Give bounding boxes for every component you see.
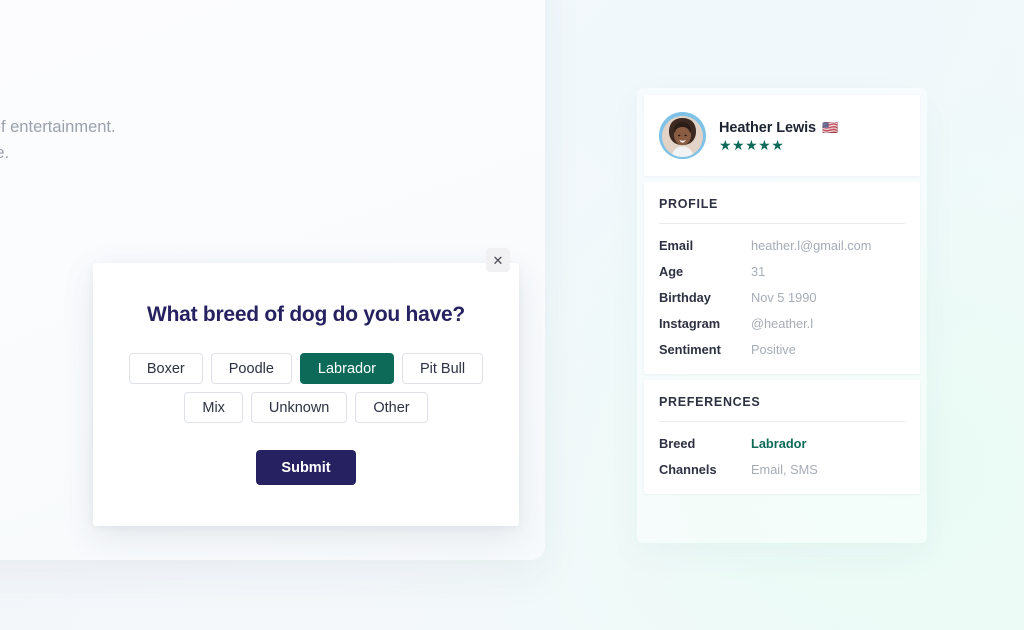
close-icon[interactable]: ✕ — [486, 248, 510, 272]
field-value-channels: Email, SMS — [751, 462, 818, 477]
profile-section-preferences: PREFERENCES Breed Labrador Channels Email, S… — [644, 380, 920, 494]
breed-option-other[interactable]: Other — [355, 392, 428, 423]
product-description-line-2: olyfill for a plush experience. — [0, 144, 10, 163]
field-row: Sentiment Positive — [659, 342, 905, 357]
field-value-instagram: @heather.l — [751, 316, 814, 331]
field-value-birthday: Nov 5 1990 — [751, 290, 817, 305]
breed-option-pit-bull[interactable]: Pit Bull — [401, 353, 484, 384]
section-heading: PREFERENCES — [659, 395, 761, 409]
field-label-instagram: Instagram — [659, 316, 721, 331]
star-rating-icon: ★★★★★ — [719, 136, 785, 153]
breed-survey-modal: ✕ What breed of dog do you have? Boxer Po… — [93, 248, 519, 526]
breed-option-poodle[interactable]: Poodle — [210, 353, 292, 384]
customer-profile-panel: Heather Lewis 🇺🇸 ★★★★★ PROFILE Email heath… — [637, 88, 927, 543]
section-divider — [659, 223, 905, 224]
field-row: Channels Email, SMS — [659, 462, 905, 477]
profile-section-profile: PROFILE Email heather.l@gmail.com Age 31 Birt… — [644, 182, 920, 374]
field-row: Birthday Nov 5 1990 — [659, 290, 905, 305]
profile-header: Heather Lewis 🇺🇸 ★★★★★ — [644, 95, 920, 176]
product-meta: : — [0, 197, 489, 212]
avatar — [659, 112, 706, 159]
field-value-email: heather.l@gmail.com — [751, 238, 872, 253]
field-row: Age 31 — [659, 264, 905, 279]
breed-option-labrador[interactable]: Labrador — [299, 353, 394, 384]
profile-sections: PROFILE Email heather.l@gmail.com Age 31 Birt… — [644, 182, 920, 494]
field-label-email: Email — [659, 238, 694, 253]
profile-name: Heather Lewis — [719, 119, 817, 136]
field-value-age: 31 — [751, 264, 766, 279]
profile-name-row: Heather Lewis 🇺🇸 — [719, 120, 838, 136]
section-divider — [659, 421, 905, 422]
profile-identity: Heather Lewis 🇺🇸 ★★★★★ — [719, 120, 838, 152]
submit-button[interactable]: Submit — [256, 450, 356, 485]
field-value-sentiment: Positive — [751, 342, 796, 357]
product-review-count: 151 reviews — [0, 58, 489, 73]
us-flag-icon: 🇺🇸 — [822, 120, 839, 135]
breed-option-group: Boxer Poodle Labrador Pit Bull Mix Unknown Oth… — [121, 353, 491, 423]
field-label-channels: Channels — [659, 462, 717, 477]
field-label-breed: Breed — [659, 436, 696, 451]
modal-title: What breed of dog do you have? — [147, 303, 465, 326]
breed-option-unknown[interactable]: Unknown — [250, 392, 348, 423]
field-label-sentiment: Sentiment — [659, 342, 721, 357]
field-row: Email heather.l@gmail.com — [659, 238, 905, 253]
field-row: Breed Labrador — [659, 436, 905, 451]
field-row: Instagram @heather.l — [659, 316, 905, 331]
breed-option-boxer[interactable]: Boxer — [128, 353, 203, 384]
field-label-age: Age — [659, 264, 684, 279]
field-value-breed: Labrador — [751, 436, 807, 451]
product-description-line-1: oy design provides plenty of entertainme… — [0, 117, 116, 136]
product-description: oy design provides plenty of entertainme… — [0, 114, 441, 167]
section-heading: PROFILE — [659, 197, 719, 211]
field-label-birthday: Birthday — [659, 290, 711, 305]
product-title: Toy — [0, 0, 489, 37]
breed-option-mix[interactable]: Mix — [184, 392, 243, 423]
